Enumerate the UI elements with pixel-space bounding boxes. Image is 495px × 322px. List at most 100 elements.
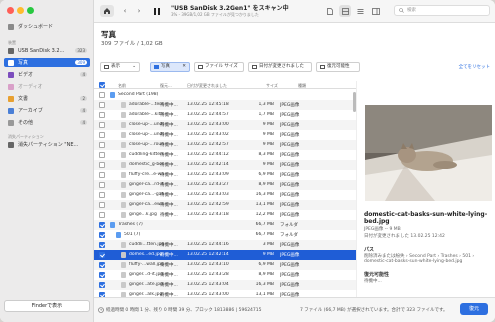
- file-size-label: ファイル サイズ: [205, 64, 238, 69]
- pause-scan-button[interactable]: [152, 5, 162, 17]
- show-in-finder-button[interactable]: Finderで表示: [4, 300, 90, 312]
- file-row[interactable]: close-up-...und(2).jpg待機中... 13.02.25 12:…: [94, 130, 356, 140]
- row-size: 8,9 MB: [258, 272, 274, 277]
- row-checkbox[interactable]: [99, 172, 105, 178]
- row-checkbox[interactable]: [99, 262, 105, 268]
- row-checkbox[interactable]: [99, 212, 105, 218]
- recoverability-filter[interactable]: 復元可能性: [316, 62, 360, 72]
- folder-row[interactable]: 501 (7) 66,7 MB フォルダ: [94, 230, 356, 240]
- file-row[interactable]: adorable-...ten(1).jpg待機中... 13.02.25 12:…: [94, 100, 356, 110]
- view-dropdown[interactable]: 表示 ⌄: [100, 62, 140, 72]
- row-checkbox[interactable]: [99, 152, 105, 158]
- file-row[interactable]: cuddling-kitten.jpg待機中... 13.02.25 12:44:…: [94, 150, 356, 160]
- preview-date-modified: 日付が変更されました 13.02.25 12:42: [364, 234, 445, 239]
- home-button[interactable]: [100, 5, 114, 17]
- row-checkbox[interactable]: [99, 102, 105, 108]
- row-checkbox[interactable]: [99, 282, 105, 288]
- file-row[interactable]: domestic_g-bed.jpg待機中... 13.02.25 12:42:1…: [94, 160, 356, 170]
- sidebar-icon: [372, 7, 380, 15]
- date-modified-filter[interactable]: 日付が変更されました: [248, 62, 312, 72]
- recover-button[interactable]: 復元: [460, 303, 488, 315]
- row-status: 待機中...: [160, 153, 178, 158]
- column-date-header[interactable]: 日付が変更されました: [187, 83, 227, 89]
- row-checkbox[interactable]: [99, 192, 105, 198]
- file-row[interactable]: adorable-...kitten.jpg待機中... 13.02.25 12:…: [94, 110, 356, 120]
- sidebar-item-documents[interactable]: 文書 2: [4, 94, 90, 103]
- column-kind-header[interactable]: 種類: [298, 83, 306, 89]
- list-view-button[interactable]: [354, 5, 366, 17]
- row-size: 6,9 MB: [258, 172, 274, 177]
- row-status: 待機中...: [160, 173, 178, 178]
- file-row[interactable]: ginge...k.jpg 待機中... 13.02.25 12:43:18 12,2…: [94, 210, 356, 220]
- file-row[interactable]: cuddli...tten.jpg 待機中... 13.02.25 12:44:16…: [94, 240, 356, 250]
- photos-filter-chip[interactable]: 写真 ✕: [150, 62, 190, 72]
- sidebar-item-usb-drive[interactable]: USB SanDisk 3.2... 323: [4, 46, 90, 55]
- row-name: domes...ed.jpg: [129, 252, 163, 257]
- column-recovery-header[interactable]: 復元...: [160, 83, 172, 89]
- sidebar-item-other[interactable]: その他 4: [4, 118, 90, 127]
- row-checkbox[interactable]: [99, 202, 105, 208]
- sidebar-item-label: その他: [18, 120, 34, 126]
- back-button[interactable]: ‹: [120, 5, 130, 17]
- sidebar-item-photos[interactable]: 写真 309: [4, 58, 90, 67]
- forward-button[interactable]: ›: [134, 5, 144, 17]
- image-file-icon: [121, 142, 126, 148]
- file-row[interactable]: close-up-...round.jpg待機中... 13.02.25 12:4…: [94, 140, 356, 150]
- image-file-icon: [121, 122, 126, 128]
- sidebar-item-audio[interactable]: オーディオ: [4, 82, 90, 91]
- row-date: 13.02.25 12:42:14: [187, 162, 229, 167]
- search-field[interactable]: 検索: [394, 5, 490, 16]
- file-row[interactable]: ginger...ate.jpg 待機中... 13.02.25 12:43:04 1…: [94, 280, 356, 290]
- row-kind: JPEG画像: [280, 243, 300, 248]
- zoom-window-button[interactable]: [27, 7, 34, 14]
- row-kind: JPEG画像: [280, 163, 300, 168]
- row-checkbox[interactable]: [99, 112, 105, 118]
- folder-row[interactable]: Second Part (198): [94, 90, 356, 100]
- file-row[interactable]: ginger-ca...rd-it.jpg待機中... 13.02.25 12:4…: [94, 180, 356, 190]
- row-checkbox[interactable]: [99, 142, 105, 148]
- file-view-button[interactable]: [325, 5, 335, 17]
- file-row[interactable]: fluffy-...wall.jpg 待機中... 13.02.25 12:43:1…: [94, 260, 356, 270]
- row-checkbox[interactable]: [99, 272, 105, 278]
- column-name-header[interactable]: 名前: [118, 83, 126, 89]
- file-row[interactable]: close-up-...und(1).jpg待機中... 13.02.25 12:…: [94, 120, 356, 130]
- close-window-button[interactable]: [7, 7, 14, 14]
- row-checkbox[interactable]: [99, 222, 105, 228]
- folder-row[interactable]: Trashes (7) 66,7 MB フォルダ: [94, 220, 356, 230]
- file-row[interactable]: fluffy-cre...e-wall.jpg待機中... 13.02.25 12…: [94, 170, 356, 180]
- file-row[interactable]: ginger-ca...-gate.jpg待機中... 13.02.25 12:4…: [94, 190, 356, 200]
- row-checkbox[interactable]: [99, 162, 105, 168]
- file-size-filter[interactable]: ファイル サイズ: [194, 62, 244, 72]
- row-checkbox[interactable]: [99, 92, 105, 98]
- home-icon: [104, 8, 110, 14]
- row-checkbox[interactable]: [99, 122, 105, 128]
- sidebar-item-lost-partition[interactable]: 消失パーティション "NE...: [4, 140, 90, 149]
- row-size: 1,3 MB: [258, 102, 274, 107]
- minimize-window-button[interactable]: [17, 7, 24, 14]
- sidebar-item-video[interactable]: ビデオ 4: [4, 70, 90, 79]
- row-kind: JPEG画像: [280, 143, 300, 148]
- select-all-checkbox[interactable]: [99, 82, 105, 88]
- grid-view-button[interactable]: [339, 5, 351, 17]
- image-file-icon: [121, 162, 126, 168]
- preview-pane-button[interactable]: [370, 5, 382, 17]
- row-checkbox[interactable]: [99, 132, 105, 138]
- folder-icon: [116, 232, 121, 238]
- row-date: 13.02.25 12:43:27: [187, 182, 229, 187]
- row-checkbox[interactable]: [99, 252, 105, 258]
- close-icon[interactable]: ✕: [182, 63, 186, 71]
- row-checkbox[interactable]: [99, 232, 105, 238]
- file-row[interactable]: domes...ed.jpg 待機中... 13.02.25 12:42:14 9 M…: [94, 250, 356, 260]
- file-row[interactable]: ginger...d-it.jpg 待機中... 13.02.25 12:43:28…: [94, 270, 356, 280]
- document-icon: [327, 7, 333, 15]
- column-size-header[interactable]: サイズ: [266, 83, 278, 89]
- row-name: close-up-...round.jpg: [129, 142, 164, 147]
- row-status: 待機中...: [160, 163, 178, 168]
- sidebar-item-archives[interactable]: アーカイブ 4: [4, 106, 90, 115]
- reset-all-link[interactable]: 全てをリセット: [459, 64, 490, 70]
- file-row[interactable]: ginger-ca...ewalk.jpg待機中... 13.02.25 12:4…: [94, 200, 356, 210]
- row-status: 待機中...: [160, 203, 178, 208]
- row-checkbox[interactable]: [99, 182, 105, 188]
- sidebar-item-dashboard[interactable]: ダッシュボード: [4, 22, 90, 31]
- row-checkbox[interactable]: [99, 242, 105, 248]
